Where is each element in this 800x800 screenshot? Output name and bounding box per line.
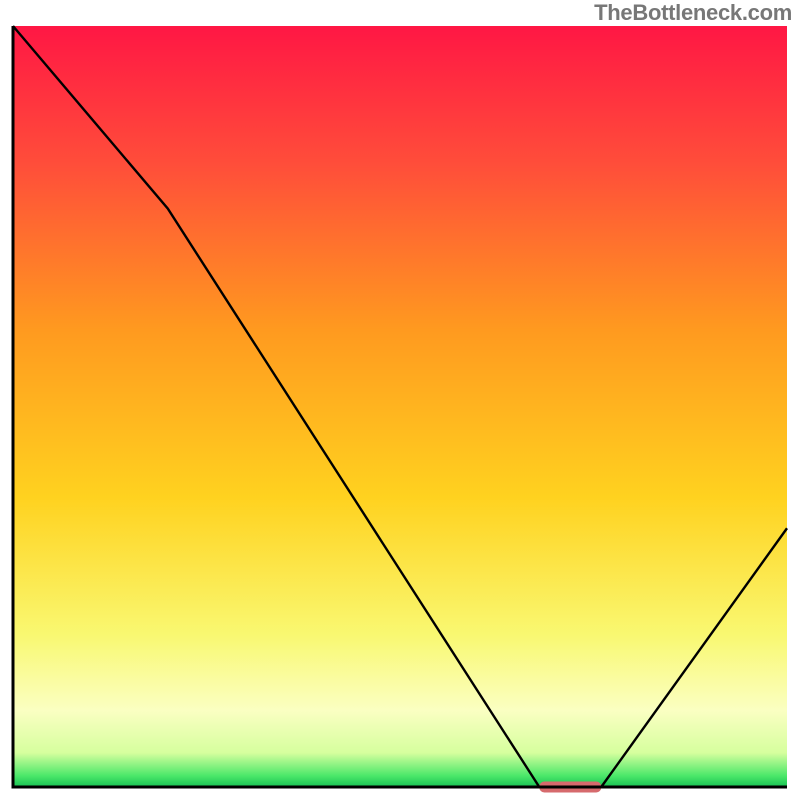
chart-svg — [0, 0, 800, 800]
chart-container: TheBottleneck.com — [0, 0, 800, 800]
watermark: TheBottleneck.com — [594, 0, 792, 26]
gradient-background — [13, 26, 787, 787]
